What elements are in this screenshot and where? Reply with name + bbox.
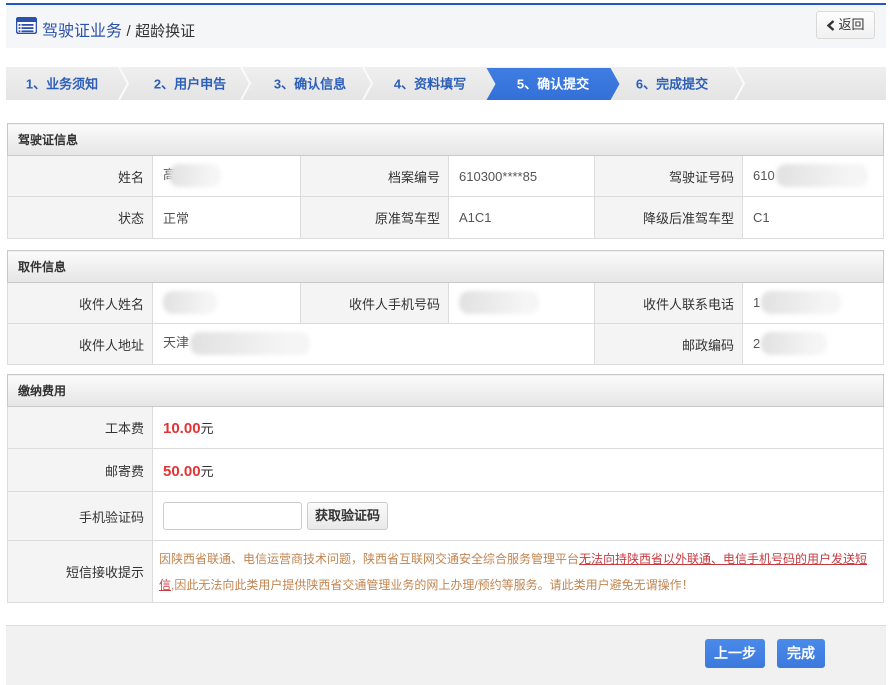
- svg-text:6、完成提交: 6、完成提交: [636, 77, 708, 92]
- svg-text:4、资料填写: 4、资料填写: [394, 77, 466, 92]
- svg-text:1、业务须知: 1、业务须知: [26, 77, 98, 92]
- svg-text:3、确认信息: 3、确认信息: [274, 77, 346, 92]
- svg-text:2、用户申告: 2、用户申告: [154, 77, 226, 92]
- svg-text:5、确认提交: 5、确认提交: [517, 77, 589, 92]
